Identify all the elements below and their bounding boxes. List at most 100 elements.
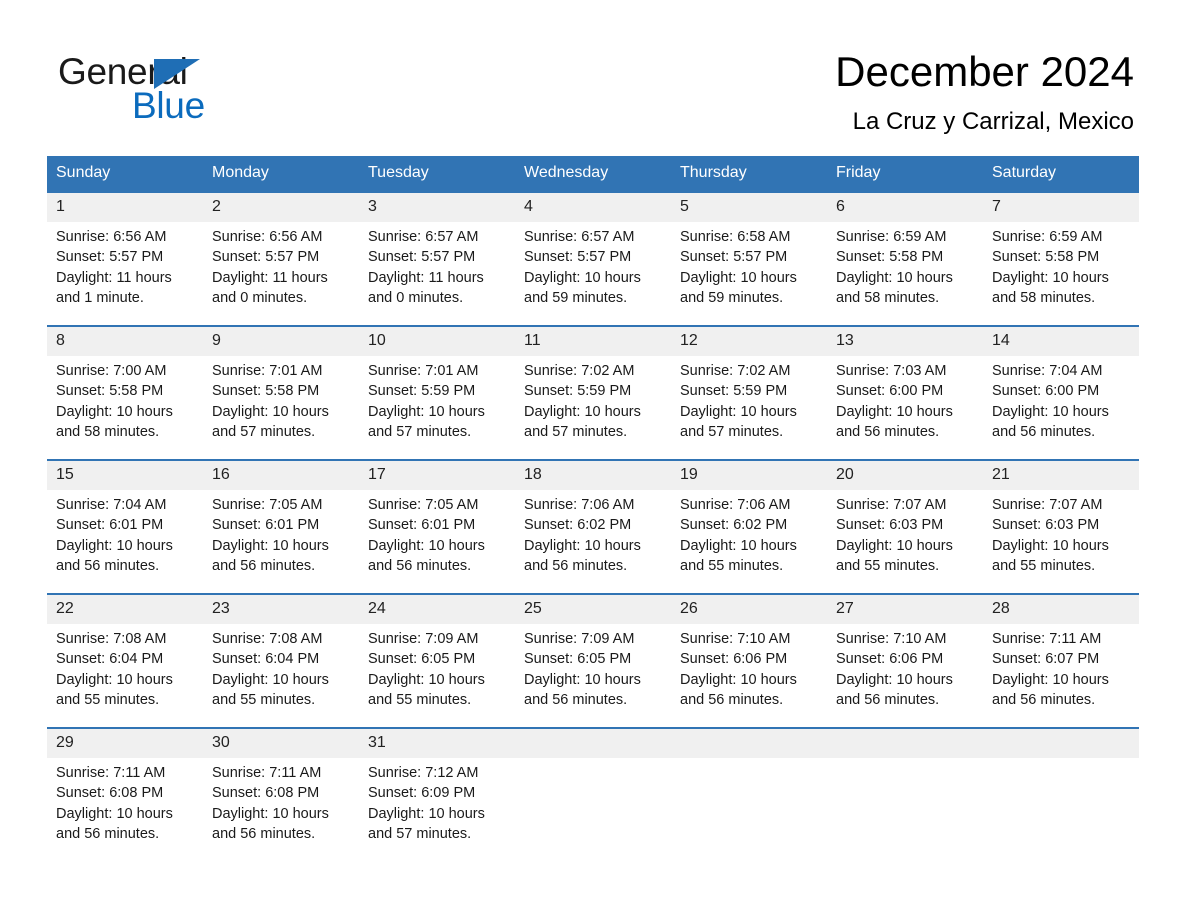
daylight-duration-line1: Daylight: 10 hours — [836, 269, 953, 286]
calendar-day-cell[interactable]: 20 Sunrise: 7:07 AM Sunset: 6:03 PM Dayligh… — [827, 459, 983, 593]
day-number: 26 — [680, 600, 698, 617]
day-details: Sunrise: 7:05 AM Sunset: 6:01 PM Daylight:… — [359, 490, 515, 576]
daylight-duration-line1: Daylight: 10 hours — [836, 671, 953, 688]
sunrise-time: Sunrise: 7:07 AM — [992, 497, 1103, 513]
day-details: Sunrise: 7:04 AM Sunset: 6:00 PM Daylight:… — [983, 356, 1139, 442]
calendar-day-cell[interactable]: 17 Sunrise: 7:05 AM Sunset: 6:01 PM Dayligh… — [359, 459, 515, 593]
calendar-day-cell[interactable]: 5 Sunrise: 6:58 AM Sunset: 5:57 PM Daylight… — [671, 191, 827, 325]
day-number-band — [983, 729, 1139, 758]
daylight-duration-line2: and 57 minutes. — [212, 423, 316, 440]
day-details: Sunrise: 7:06 AM Sunset: 6:02 PM Daylight:… — [515, 490, 671, 576]
calendar-day-cell[interactable]: 16 Sunrise: 7:05 AM Sunset: 6:01 PM Dayligh… — [203, 459, 359, 593]
sunrise-time: Sunrise: 7:11 AM — [992, 631, 1102, 647]
calendar-day-cell[interactable]: 1 Sunrise: 6:56 AM Sunset: 5:57 PM Daylight… — [47, 191, 203, 325]
day-number-band: 15 — [47, 461, 203, 490]
day-details: Sunrise: 7:04 AM Sunset: 6:01 PM Daylight:… — [47, 490, 203, 576]
sunrise-time: Sunrise: 7:09 AM — [524, 631, 635, 647]
calendar-day-cell[interactable]: 27 Sunrise: 7:10 AM Sunset: 6:06 PM Dayligh… — [827, 593, 983, 727]
daylight-duration-line2: and 57 minutes. — [368, 825, 472, 842]
calendar-day-cell[interactable]: 22 Sunrise: 7:08 AM Sunset: 6:04 PM Dayligh… — [47, 593, 203, 727]
calendar-cell-empty — [827, 727, 983, 861]
day-cell-inner: 24 Sunrise: 7:09 AM Sunset: 6:05 PM Dayligh… — [359, 593, 515, 727]
day-details: Sunrise: 7:11 AM Sunset: 6:08 PM Daylight:… — [47, 758, 203, 844]
day-cell-inner: 22 Sunrise: 7:08 AM Sunset: 6:04 PM Dayligh… — [47, 593, 203, 727]
daylight-duration-line2: and 56 minutes. — [836, 423, 940, 440]
calendar-day-cell[interactable]: 31 Sunrise: 7:12 AM Sunset: 6:09 PM Dayligh… — [359, 727, 515, 861]
calendar-day-cell[interactable]: 12 Sunrise: 7:02 AM Sunset: 5:59 PM Dayligh… — [671, 325, 827, 459]
daylight-duration-line1: Daylight: 10 hours — [680, 537, 797, 554]
calendar-day-cell[interactable]: 26 Sunrise: 7:10 AM Sunset: 6:06 PM Dayligh… — [671, 593, 827, 727]
day-number: 29 — [56, 734, 74, 751]
day-cell-inner: 28 Sunrise: 7:11 AM Sunset: 6:07 PM Dayligh… — [983, 593, 1139, 727]
daylight-duration-line2: and 59 minutes. — [524, 289, 628, 306]
day-number: 19 — [680, 466, 698, 483]
day-details: Sunrise: 7:02 AM Sunset: 5:59 PM Daylight:… — [671, 356, 827, 442]
day-number-band: 1 — [47, 193, 203, 222]
calendar-day-cell[interactable]: 13 Sunrise: 7:03 AM Sunset: 6:00 PM Dayligh… — [827, 325, 983, 459]
day-number: 20 — [836, 466, 854, 483]
calendar-day-cell[interactable]: 4 Sunrise: 6:57 AM Sunset: 5:57 PM Daylight… — [515, 191, 671, 325]
calendar-week-row: 15 Sunrise: 7:04 AM Sunset: 6:01 PM Dayligh… — [47, 459, 1139, 593]
day-details: Sunrise: 7:10 AM Sunset: 6:06 PM Daylight:… — [671, 624, 827, 710]
sunrise-time: Sunrise: 7:11 AM — [212, 765, 322, 781]
calendar-day-cell[interactable]: 7 Sunrise: 6:59 AM Sunset: 5:58 PM Daylight… — [983, 191, 1139, 325]
generalblue-logo[interactable]: General Blue — [58, 52, 358, 132]
calendar-day-cell[interactable]: 2 Sunrise: 6:56 AM Sunset: 5:57 PM Daylight… — [203, 191, 359, 325]
sunrise-time: Sunrise: 7:04 AM — [56, 497, 167, 513]
sunrise-time: Sunrise: 7:01 AM — [212, 363, 323, 379]
day-details: Sunrise: 6:58 AM Sunset: 5:57 PM Daylight:… — [671, 222, 827, 308]
day-cell-inner: 9 Sunrise: 7:01 AM Sunset: 5:58 PM Daylight… — [203, 325, 359, 459]
daylight-duration-line2: and 58 minutes. — [56, 423, 160, 440]
day-cell-inner: 23 Sunrise: 7:08 AM Sunset: 6:04 PM Dayligh… — [203, 593, 359, 727]
calendar-day-cell[interactable]: 29 Sunrise: 7:11 AM Sunset: 6:08 PM Dayligh… — [47, 727, 203, 861]
calendar-day-cell[interactable]: 3 Sunrise: 6:57 AM Sunset: 5:57 PM Daylight… — [359, 191, 515, 325]
daylight-duration-line2: and 55 minutes. — [56, 691, 160, 708]
day-number-band — [827, 729, 983, 758]
daylight-duration-line1: Daylight: 10 hours — [680, 269, 797, 286]
daylight-duration-line2: and 58 minutes. — [992, 289, 1096, 306]
sunset-time: Sunset: 5:58 PM — [212, 383, 320, 400]
calendar-day-cell[interactable]: 18 Sunrise: 7:06 AM Sunset: 6:02 PM Dayligh… — [515, 459, 671, 593]
calendar-day-cell[interactable]: 11 Sunrise: 7:02 AM Sunset: 5:59 PM Dayligh… — [515, 325, 671, 459]
daylight-duration-line2: and 56 minutes. — [524, 691, 628, 708]
day-number-band: 24 — [359, 595, 515, 624]
day-number: 16 — [212, 466, 230, 483]
sunset-time: Sunset: 5:59 PM — [680, 383, 788, 400]
calendar-day-cell[interactable]: 9 Sunrise: 7:01 AM Sunset: 5:58 PM Daylight… — [203, 325, 359, 459]
sunset-time: Sunset: 5:57 PM — [56, 249, 164, 266]
sunset-time: Sunset: 6:00 PM — [992, 383, 1100, 400]
sunset-time: Sunset: 6:09 PM — [368, 785, 476, 802]
daylight-duration-line2: and 56 minutes. — [56, 557, 160, 574]
sunrise-time: Sunrise: 6:56 AM — [56, 229, 167, 245]
day-cell-inner: 11 Sunrise: 7:02 AM Sunset: 5:59 PM Dayligh… — [515, 325, 671, 459]
day-number-band: 4 — [515, 193, 671, 222]
day-cell-inner: 15 Sunrise: 7:04 AM Sunset: 6:01 PM Dayligh… — [47, 459, 203, 593]
daylight-duration-line2: and 59 minutes. — [680, 289, 784, 306]
calendar-day-cell[interactable]: 23 Sunrise: 7:08 AM Sunset: 6:04 PM Dayligh… — [203, 593, 359, 727]
calendar-day-cell[interactable]: 25 Sunrise: 7:09 AM Sunset: 6:05 PM Dayligh… — [515, 593, 671, 727]
day-cell-inner: 10 Sunrise: 7:01 AM Sunset: 5:59 PM Dayligh… — [359, 325, 515, 459]
calendar-day-cell[interactable]: 14 Sunrise: 7:04 AM Sunset: 6:00 PM Dayligh… — [983, 325, 1139, 459]
calendar-day-cell[interactable]: 6 Sunrise: 6:59 AM Sunset: 5:58 PM Daylight… — [827, 191, 983, 325]
day-number-band: 31 — [359, 729, 515, 758]
calendar-day-cell[interactable]: 24 Sunrise: 7:09 AM Sunset: 6:05 PM Dayligh… — [359, 593, 515, 727]
daylight-duration-line1: Daylight: 10 hours — [212, 403, 329, 420]
day-number-band: 18 — [515, 461, 671, 490]
sunrise-time: Sunrise: 6:57 AM — [368, 229, 479, 245]
day-number-band: 16 — [203, 461, 359, 490]
daylight-duration-line2: and 55 minutes. — [680, 557, 784, 574]
calendar-day-cell[interactable]: 21 Sunrise: 7:07 AM Sunset: 6:03 PM Dayligh… — [983, 459, 1139, 593]
day-number-band: 9 — [203, 327, 359, 356]
calendar-day-cell[interactable]: 8 Sunrise: 7:00 AM Sunset: 5:58 PM Daylight… — [47, 325, 203, 459]
calendar-day-cell[interactable]: 15 Sunrise: 7:04 AM Sunset: 6:01 PM Dayligh… — [47, 459, 203, 593]
weekday-header-saturday: Saturday — [983, 156, 1139, 191]
calendar-day-cell[interactable]: 19 Sunrise: 7:06 AM Sunset: 6:02 PM Dayligh… — [671, 459, 827, 593]
day-number: 12 — [680, 332, 698, 349]
calendar-day-cell[interactable]: 10 Sunrise: 7:01 AM Sunset: 5:59 PM Dayligh… — [359, 325, 515, 459]
page-header: General Blue December 2024 La Cruz y Car… — [0, 0, 1188, 155]
day-number-band: 11 — [515, 327, 671, 356]
sunrise-time: Sunrise: 7:04 AM — [992, 363, 1103, 379]
day-number-band: 2 — [203, 193, 359, 222]
calendar-day-cell[interactable]: 28 Sunrise: 7:11 AM Sunset: 6:07 PM Dayligh… — [983, 593, 1139, 727]
calendar-day-cell[interactable]: 30 Sunrise: 7:11 AM Sunset: 6:08 PM Dayligh… — [203, 727, 359, 861]
